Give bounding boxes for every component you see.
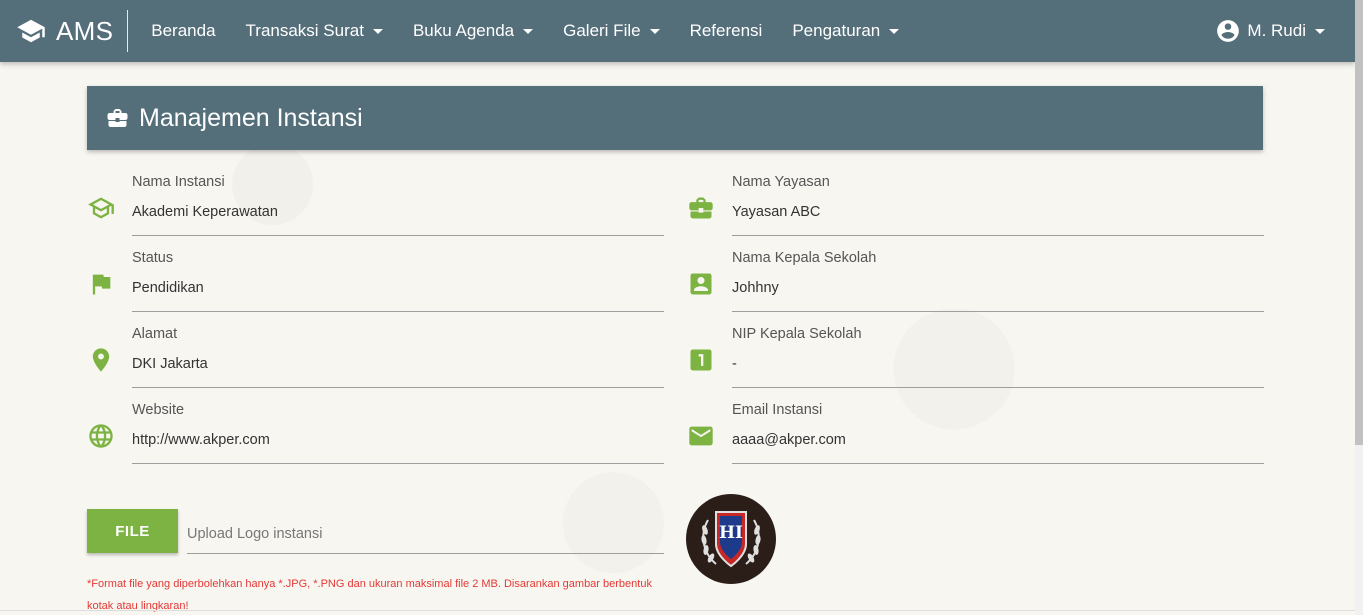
upload-logo-input[interactable] — [187, 514, 664, 554]
card-header: Manajemen Instansi — [87, 86, 1263, 150]
field-underline — [132, 387, 664, 388]
field-website[interactable]: Website http://www.akper.com — [87, 402, 664, 472]
field-nip-kepala-sekolah[interactable]: NIP Kepala Sekolah - — [687, 326, 1264, 396]
field-value[interactable]: Yayasan ABC — [732, 204, 820, 220]
user-name: M. Rudi — [1247, 21, 1306, 40]
school-icon — [87, 194, 115, 222]
field-label: Status — [132, 250, 174, 266]
graduation-cap-icon — [17, 19, 45, 43]
field-value[interactable]: - — [732, 356, 737, 372]
field-underline — [732, 463, 1264, 464]
scrollbar-thumb[interactable] — [1355, 0, 1363, 445]
nav-item-label: Referensi — [689, 21, 763, 40]
upload-format-note: *Format file yang diperbolehkan hanya *.… — [87, 578, 652, 612]
scrollbar-track[interactable] — [1355, 0, 1363, 615]
field-nama-kepala-sekolah[interactable]: Nama Kepala Sekolah Johhny — [687, 250, 1264, 320]
field-label: Nama Kepala Sekolah — [732, 250, 877, 266]
institution-logo: HI — [686, 494, 776, 584]
nav-item-referensi[interactable]: Referensi — [675, 0, 778, 62]
caret-down-icon — [889, 28, 900, 34]
globe-icon — [87, 422, 115, 450]
nav-item-label: Beranda — [151, 21, 216, 40]
nav-item-label: Galeri File — [563, 21, 641, 40]
logo-text: HI — [719, 523, 743, 543]
nav-item-transaksi-surat[interactable]: Transaksi Surat — [231, 0, 398, 62]
briefcase-icon — [687, 194, 715, 222]
field-label: Nama Instansi — [132, 174, 225, 190]
field-value[interactable]: http://www.akper.com — [132, 432, 270, 448]
user-menu[interactable]: M. Rudi — [1215, 0, 1325, 62]
flag-icon — [87, 270, 115, 298]
nav-item-beranda[interactable]: Beranda — [136, 0, 230, 62]
field-underline — [732, 235, 1264, 236]
field-nama-yayasan[interactable]: Nama Yayasan Yayasan ABC — [687, 174, 1264, 244]
divider — [0, 610, 1355, 611]
top-navbar: AMS Beranda Transaksi Surat Buku Agenda … — [0, 0, 1355, 62]
field-email-instansi[interactable]: Email Instansi aaaa@akper.com — [687, 402, 1264, 472]
nav-item-label: Transaksi Surat — [245, 21, 364, 40]
contact-card-icon — [687, 270, 715, 298]
field-label: Alamat — [132, 326, 178, 342]
briefcase-icon — [107, 109, 128, 127]
field-underline — [132, 463, 664, 464]
email-icon — [687, 422, 715, 450]
field-underline — [732, 387, 1264, 388]
location-pin-icon — [87, 346, 115, 374]
nav-item-label: Pengaturan — [792, 21, 881, 40]
field-alamat[interactable]: Alamat DKI Jakarta — [87, 326, 664, 396]
nav-menu: Beranda Transaksi Surat Buku Agenda Gale… — [136, 0, 914, 62]
field-underline — [132, 311, 664, 312]
field-status[interactable]: Status Pendidikan — [87, 250, 664, 320]
caret-down-icon — [523, 28, 534, 34]
caret-down-icon — [649, 28, 660, 34]
field-value[interactable]: DKI Jakarta — [132, 356, 208, 372]
nav-item-label: Buku Agenda — [412, 21, 515, 40]
caret-down-icon — [1315, 28, 1325, 34]
field-label: Website — [132, 402, 185, 418]
field-label: Nama Yayasan — [732, 174, 830, 190]
field-label: Email Instansi — [732, 402, 823, 418]
nav-item-pengaturan[interactable]: Pengaturan — [777, 0, 914, 62]
field-value[interactable]: Pendidikan — [132, 280, 204, 296]
caret-down-icon — [372, 28, 383, 34]
field-nama-instansi[interactable]: Nama Instansi Akademi Keperawatan — [87, 174, 664, 244]
nav-item-galeri-file[interactable]: Galeri File — [548, 0, 674, 62]
field-label: NIP Kepala Sekolah — [732, 326, 862, 342]
file-upload-button[interactable]: FILE — [87, 509, 178, 553]
number-one-box-icon — [687, 346, 715, 374]
account-circle-icon — [1217, 20, 1240, 42]
nav-item-buku-agenda[interactable]: Buku Agenda — [398, 0, 548, 62]
field-underline — [132, 235, 664, 236]
field-value[interactable]: Johhny — [732, 280, 779, 296]
field-value[interactable]: aaaa@akper.com — [732, 432, 846, 448]
field-underline — [732, 311, 1264, 312]
brand-name: AMS — [56, 15, 114, 46]
brand[interactable]: AMS — [0, 10, 129, 52]
page-title: Manajemen Instansi — [139, 103, 363, 132]
field-value[interactable]: Akademi Keperawatan — [132, 204, 278, 220]
